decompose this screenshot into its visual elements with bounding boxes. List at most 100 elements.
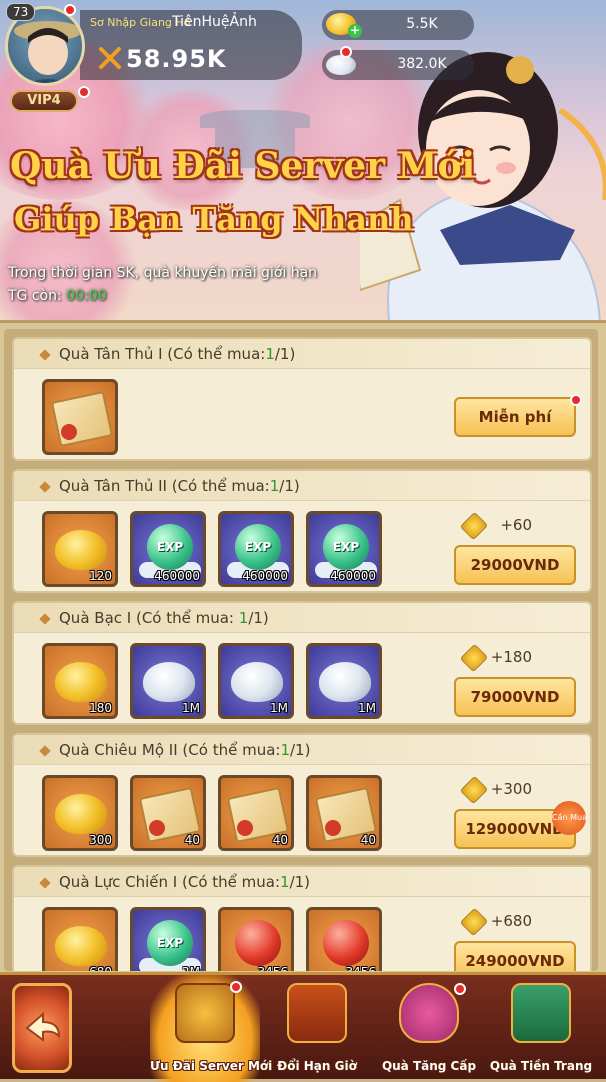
banner-title-line2: Giúp Bạn Tăng Nhanh: [14, 200, 414, 238]
must-buy-tag: Cần Mua: [552, 801, 587, 835]
bank-building-icon: [511, 983, 571, 1043]
item-quantity: 460000: [154, 569, 200, 583]
tab-label: Đổi Hạn Giờ: [277, 1059, 357, 1073]
gold-resource[interactable]: + 5.5K: [322, 10, 474, 40]
banner-description: Trong thời gian SK, quà khuyến mãi giới …: [8, 262, 317, 308]
power-icon: [98, 46, 122, 70]
item-quantity: 680: [89, 965, 112, 971]
pack-title-suffix: /1): [274, 345, 296, 363]
exp-orb-icon: EXP: [323, 524, 369, 570]
item-quantity: 460000: [242, 569, 288, 583]
tab-bank-gift[interactable]: Quà Tiền Trang: [486, 975, 596, 1082]
vip-point-icon: [459, 907, 489, 937]
timer-label: TG còn:: [8, 288, 62, 304]
reward-item[interactable]: 1M: [218, 643, 294, 719]
reward-item[interactable]: 180: [42, 643, 118, 719]
reward-item[interactable]: EXP2M: [130, 907, 206, 971]
add-gold-icon[interactable]: +: [348, 24, 362, 38]
back-arrow-icon: [25, 1011, 61, 1042]
vip-point-icon: [459, 511, 489, 541]
vip-point-icon: [459, 643, 489, 673]
vip-points: +300: [490, 780, 532, 798]
silver-ingot-icon: [319, 662, 371, 702]
timer-value: 00:00: [66, 288, 107, 304]
reward-item[interactable]: 120: [42, 511, 118, 587]
vip-points: +60: [500, 516, 532, 534]
free-claim-button[interactable]: Miễn phí: [454, 397, 576, 437]
reward-item[interactable]: 40: [130, 775, 206, 851]
scroll-seal-icon: [237, 820, 253, 836]
reward-item[interactable]: 3456: [218, 907, 294, 971]
combat-power: 58.95K: [126, 45, 227, 73]
scroll-seal-icon: [325, 820, 341, 836]
player-info-box: Sơ Nhập Giang Hồ TiênHuệẢnh 58.95K: [80, 10, 302, 80]
player-level-badge: 73: [6, 3, 36, 21]
item-quantity: 40: [272, 833, 288, 847]
pack-title-text: Quà Bạc I (Có thể mua:: [59, 609, 239, 627]
tab-new-server-offer[interactable]: Ưu Đãi Server Mới: [150, 975, 272, 1082]
pack-title: Quà Tân Thủ II (Có thể mua:1/1): [59, 477, 300, 495]
pack-bought-count: 1: [269, 477, 280, 495]
pack-title: Quà Lực Chiến I (Có thể mua:1/1): [59, 873, 310, 891]
pack-title-suffix: /1): [290, 741, 311, 759]
tab-level-up-gift[interactable]: Quà Tăng Cấp: [374, 975, 484, 1082]
buy-button[interactable]: 79000VND: [454, 677, 576, 717]
gold-ingot-icon: [55, 794, 107, 834]
reward-item[interactable]: 1M: [130, 643, 206, 719]
tab-label: Quà Tăng Cấp: [381, 1059, 477, 1073]
item-quantity: 1M: [182, 701, 200, 715]
treasure-chest-icon: [287, 983, 347, 1043]
tab-notification-dot: [454, 983, 466, 995]
vip-badge[interactable]: VIP4: [10, 90, 78, 112]
pack-title-text: Quà Chiêu Mộ II (Có thể mua:: [59, 741, 281, 759]
recruit-scroll-icon: [50, 390, 114, 448]
pack-title-text: Quà Tân Thủ II (Có thể mua:: [59, 477, 270, 495]
tab-limited-exchange[interactable]: Đổi Hạn Giờ: [262, 975, 372, 1082]
pack-title: Quà Chiêu Mộ II (Có thể mua:1/1): [59, 741, 310, 759]
back-button[interactable]: [12, 983, 72, 1073]
reward-item[interactable]: EXP 460000: [306, 511, 382, 587]
item-quantity: 3456: [345, 965, 376, 971]
reward-item[interactable]: [42, 379, 118, 455]
reward-item[interactable]: 40: [218, 775, 294, 851]
pack-card: Quà Lực Chiến I (Có thể mua:1/1) 680 EXP…: [12, 865, 592, 971]
bottom-nav: Ưu Đãi Server Mới Đổi Hạn Giờ Quà Tăng C…: [0, 972, 606, 1082]
timer-row: TG còn: 00:00: [8, 285, 317, 308]
red-orb-icon: [323, 920, 369, 966]
reward-item[interactable]: 40: [306, 775, 382, 851]
gold-ingot-icon: [55, 662, 107, 702]
pack-title: Quà Bạc I (Có thể mua: 1/1): [59, 609, 269, 627]
reward-item[interactable]: 680: [42, 907, 118, 971]
avatar-notification-dot: [64, 4, 76, 16]
item-quantity: 40: [184, 833, 200, 847]
exp-orb-icon: EXP: [147, 524, 193, 570]
reward-item[interactable]: 300: [42, 775, 118, 851]
claim-notification-dot: [570, 394, 582, 406]
item-quantity: 40: [360, 833, 376, 847]
pack-bought-count: 1: [238, 609, 249, 627]
pack-list[interactable]: Quà Tân Thủ I (Có thể mua:1/1) Miễn phí …: [4, 329, 598, 971]
vip-points: +680: [490, 912, 532, 930]
treasure-cart-icon: [175, 983, 235, 1043]
buy-button[interactable]: 29000VND: [454, 545, 576, 585]
tab-notification-dot: [230, 981, 242, 993]
item-quantity: 180: [89, 701, 112, 715]
item-quantity: 300: [89, 833, 112, 847]
reward-item[interactable]: EXP 460000: [130, 511, 206, 587]
reward-item[interactable]: 3456: [306, 907, 382, 971]
reward-item[interactable]: EXP 460000: [218, 511, 294, 587]
player-header: Sơ Nhập Giang Hồ TiênHuệẢnh 58.95K 73 VI…: [0, 0, 606, 112]
vip-notification-dot: [78, 86, 90, 98]
silver-ingot-icon: [231, 662, 283, 702]
item-quantity: 460000: [330, 569, 376, 583]
pack-title-suffix: /1): [248, 609, 269, 627]
pack-card: Quà Tân Thủ I (Có thể mua:1/1) Miễn phí: [12, 337, 592, 461]
pack-bought-count: 1: [265, 345, 275, 363]
reward-item[interactable]: 1M: [306, 643, 382, 719]
item-quantity: 1M: [358, 701, 376, 715]
buy-button[interactable]: 249000VND: [454, 941, 576, 971]
pack-panel: Quà Tân Thủ I (Có thể mua:1/1) Miễn phí …: [0, 320, 606, 972]
pack-title: Quà Tân Thủ I (Có thể mua:1/1): [59, 345, 295, 363]
silver-resource[interactable]: 382.0K: [322, 46, 474, 80]
item-quantity: 120: [89, 569, 112, 583]
